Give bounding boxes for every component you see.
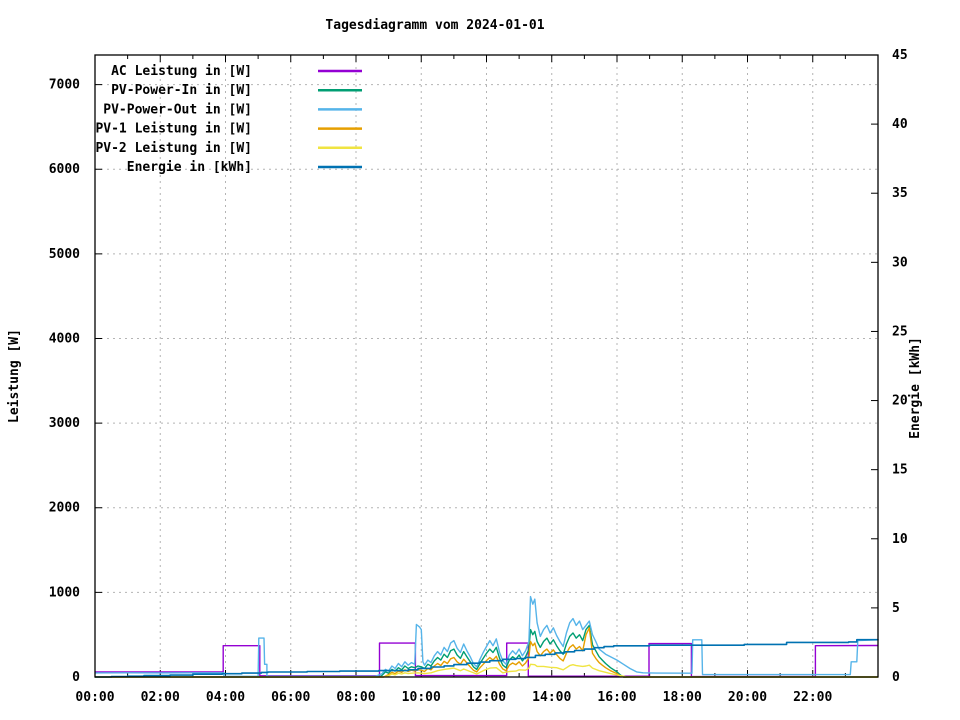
right-tick-label: 45 [892, 48, 908, 63]
legend-entry: AC Leistung in [W] [111, 64, 362, 79]
legend-entry: PV-2 Leistung in [W] [95, 141, 362, 156]
right-tick-label: 35 [892, 186, 908, 201]
x-tick-label: 12:00 [467, 690, 506, 705]
right-tick-label: 10 [892, 532, 908, 547]
left-tick-label: 5000 [49, 247, 80, 262]
legend-label: PV-Power-In in [W] [111, 83, 252, 98]
left-tick-label: 7000 [49, 78, 80, 93]
legend-entry: PV-Power-Out in [W] [103, 102, 362, 117]
legend-label: PV-Power-Out in [W] [103, 102, 252, 117]
plot-area: 0 1000 2000 3000 4000 5000 6000 7000 0 5 10 15 20 25 3… [49, 48, 908, 705]
x-tick-label: 16:00 [597, 690, 636, 705]
left-tick-label: 2000 [49, 501, 80, 516]
x-tick-label: 10:00 [402, 690, 441, 705]
left-tick-label: 4000 [49, 331, 80, 346]
x-tick-label: 04:00 [206, 690, 245, 705]
legend-label: Energie in [kWh] [127, 160, 252, 175]
x-tick-label: 02:00 [141, 690, 180, 705]
x-tick-label: 20:00 [728, 690, 767, 705]
legend-label: PV-2 Leistung in [W] [95, 141, 252, 156]
x-tick-label: 06:00 [271, 690, 310, 705]
left-tick-label: 1000 [49, 585, 80, 600]
chart-title: Tagesdiagramm vom 2024-01-01 [325, 18, 545, 33]
right-tick-label: 5 [892, 601, 900, 616]
x-tick-label: 22:00 [793, 690, 832, 705]
legend-entry: PV-Power-In in [W] [111, 83, 362, 98]
left-tick-label: 6000 [49, 162, 80, 177]
right-tick-label: 0 [892, 670, 900, 685]
left-tick-label: 0 [72, 670, 80, 685]
legend-label: AC Leistung in [W] [111, 64, 252, 79]
chart-canvas: 0 1000 2000 3000 4000 5000 6000 7000 0 5 10 15 20 25 3… [0, 0, 960, 720]
x-tick-label: 08:00 [336, 690, 375, 705]
left-axis-title: Leistung [W] [7, 329, 22, 423]
legend-entry: PV-1 Leistung in [W] [95, 122, 362, 137]
legend: AC Leistung in [W] PV-Power-In in [W] PV-P… [95, 64, 362, 175]
right-tick-label: 20 [892, 394, 908, 409]
right-tick-label: 40 [892, 117, 908, 132]
legend-label: PV-1 Leistung in [W] [95, 122, 252, 137]
right-tick-label: 30 [892, 255, 908, 270]
right-tick-label: 15 [892, 463, 908, 478]
x-tick-label: 14:00 [532, 690, 571, 705]
legend-entry: Energie in [kWh] [127, 160, 362, 175]
right-tick-label: 25 [892, 324, 908, 339]
x-tick-label: 18:00 [663, 690, 702, 705]
x-tick-label: 00:00 [75, 690, 114, 705]
left-tick-label: 3000 [49, 416, 80, 431]
right-axis-title: Energie [kWh] [908, 337, 923, 439]
